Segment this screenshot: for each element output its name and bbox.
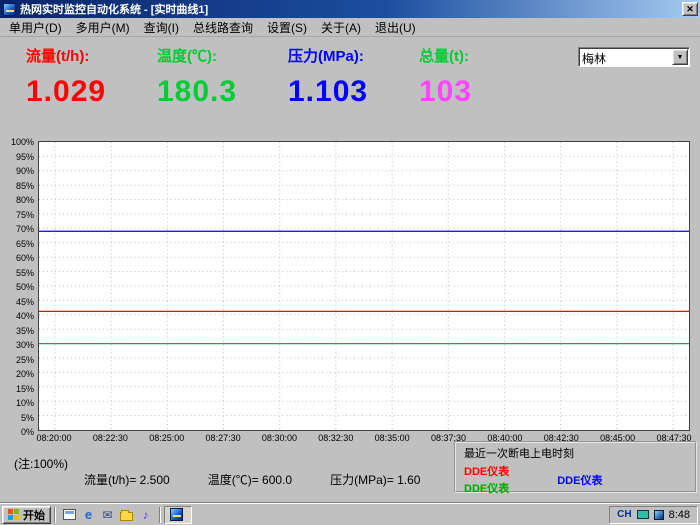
power-panel-title: 最近一次断电上电时刻 bbox=[464, 445, 687, 461]
y-tick-label: 100% bbox=[11, 137, 34, 147]
metrics-row: 流量(t/h): 1.029 温度(℃): 180.3 压力(MPa): 1.1… bbox=[0, 37, 700, 135]
close-button[interactable]: ✕ bbox=[682, 2, 698, 16]
x-tick-label: 08:25:00 bbox=[149, 433, 184, 443]
y-tick-label: 60% bbox=[16, 253, 34, 263]
start-button[interactable]: 开始 bbox=[2, 506, 51, 524]
y-tick-label: 0% bbox=[21, 427, 34, 437]
quick-launch-bar: e ✉ ♪ bbox=[59, 507, 156, 522]
x-tick-label: 08:32:30 bbox=[318, 433, 353, 443]
x-tick-label: 08:20:00 bbox=[36, 433, 71, 443]
y-tick-label: 70% bbox=[16, 224, 34, 234]
window-title: 热网实时监控自动化系统 - [实时曲线1] bbox=[20, 1, 208, 17]
taskbar: 开始 e ✉ ♪ CH 8:48 bbox=[0, 503, 700, 525]
metric-total-label: 总量(t): bbox=[419, 45, 550, 66]
scale-note: (注:100%) bbox=[14, 455, 68, 472]
x-tick-label: 08:30:00 bbox=[262, 433, 297, 443]
menu-item-multi-user[interactable]: 多用户(M) bbox=[69, 18, 137, 37]
app-icon bbox=[3, 3, 16, 16]
folder-icon[interactable] bbox=[119, 507, 134, 522]
dde-meter-red: DDE仪表 bbox=[464, 463, 509, 479]
mail-icon[interactable]: ✉ bbox=[100, 507, 115, 522]
y-tick-label: 15% bbox=[16, 384, 34, 394]
media-player-icon[interactable]: ♪ bbox=[138, 507, 153, 522]
taskbar-divider-2 bbox=[159, 507, 161, 523]
active-window-task-button[interactable] bbox=[164, 506, 192, 524]
chart-y-axis: 100%95%90%85%80%75%70%65%60%55%50%45%40%… bbox=[0, 141, 38, 447]
dde-meter-blue: DDE仪表 bbox=[557, 472, 602, 488]
dde-meter-green: DDE仪表 bbox=[464, 480, 509, 496]
menu-item-busline-query[interactable]: 总线路查询 bbox=[186, 18, 260, 37]
app-task-icon bbox=[170, 508, 183, 521]
y-tick-label: 55% bbox=[16, 268, 34, 278]
input-method-indicator[interactable]: CH bbox=[617, 509, 631, 520]
bottom-zone: (注:100%) 流量(t/h)= 2.500 温度(℃)= 600.0 压力(… bbox=[0, 447, 700, 503]
metric-total: 总量(t): 103 bbox=[419, 45, 550, 135]
power-panel-grid: DDE仪表 DDE仪表 DDE仪表 bbox=[464, 463, 687, 496]
power-panel-right-column: DDE仪表 bbox=[557, 463, 602, 496]
station-selector[interactable]: 梅林 ▼ bbox=[578, 47, 690, 67]
x-tick-label: 08:22:30 bbox=[93, 433, 128, 443]
y-tick-label: 35% bbox=[16, 326, 34, 336]
menu-item-about[interactable]: 关于(A) bbox=[314, 18, 368, 37]
y-tick-label: 65% bbox=[16, 239, 34, 249]
taskbar-divider bbox=[54, 507, 56, 523]
system-tray: CH 8:48 bbox=[609, 506, 698, 524]
y-tick-label: 50% bbox=[16, 282, 34, 292]
metric-temperature-value: 180.3 bbox=[157, 75, 288, 109]
y-tick-label: 90% bbox=[16, 166, 34, 176]
y-tick-label: 25% bbox=[16, 355, 34, 365]
title-bar: 热网实时监控自动化系统 - [实时曲线1] ✕ bbox=[0, 0, 700, 18]
y-tick-label: 95% bbox=[16, 152, 34, 162]
metric-pressure: 压力(MPa): 1.103 bbox=[288, 45, 419, 135]
menu-item-settings[interactable]: 设置(S) bbox=[260, 18, 314, 37]
show-desktop-icon[interactable] bbox=[62, 507, 77, 522]
menu-item-exit[interactable]: 退出(U) bbox=[368, 18, 423, 37]
trend-chart: 100% 95% 90% 85% 80% 75% 70% 65% 60% 55% 50% 45% 40%… bbox=[0, 135, 700, 447]
metric-temperature: 温度(℃): 180.3 bbox=[157, 45, 288, 135]
scale-temperature: 温度(℃)= 600.0 bbox=[208, 471, 292, 488]
chart-plot-wrap: 08:20:00 08:22:30 08:25:00 08:27:30 08:30:00… bbox=[38, 141, 690, 447]
y-tick-label: 45% bbox=[16, 297, 34, 307]
metric-pressure-value: 1.103 bbox=[288, 75, 419, 109]
power-panel-left-column: DDE仪表 DDE仪表 bbox=[464, 463, 509, 496]
dropdown-arrow-icon[interactable]: ▼ bbox=[672, 49, 688, 65]
chart-plot bbox=[38, 141, 690, 431]
internet-explorer-icon[interactable]: e bbox=[81, 507, 96, 522]
metric-total-value: 103 bbox=[419, 75, 550, 109]
windows-logo-icon bbox=[8, 509, 20, 521]
menu-item-single-user[interactable]: 单用户(D) bbox=[2, 18, 69, 37]
menu-bar: 单用户(D) 多用户(M) 查询(I) 总线路查询 设置(S) 关于(A) 退出… bbox=[0, 18, 700, 37]
metric-temperature-label: 温度(℃): bbox=[157, 45, 288, 66]
scale-pressure: 压力(MPa)= 1.60 bbox=[330, 471, 420, 488]
station-selector-value: 梅林 bbox=[579, 48, 671, 66]
x-tick-label: 08:27:30 bbox=[206, 433, 241, 443]
y-tick-label: 85% bbox=[16, 181, 34, 191]
y-tick-label: 5% bbox=[21, 413, 34, 423]
y-tick-label: 10% bbox=[16, 398, 34, 408]
menu-item-query[interactable]: 查询(I) bbox=[137, 18, 186, 37]
x-tick-label: 08:35:00 bbox=[375, 433, 410, 443]
taskbar-clock: 8:48 bbox=[669, 509, 690, 521]
tray-app-icon[interactable] bbox=[654, 510, 664, 520]
y-tick-label: 75% bbox=[16, 210, 34, 220]
y-tick-label: 80% bbox=[16, 195, 34, 205]
network-monitor-icon[interactable] bbox=[637, 510, 649, 519]
metric-flow-label: 流量(t/h): bbox=[26, 45, 157, 66]
metric-pressure-label: 压力(MPa): bbox=[288, 45, 419, 66]
start-button-label: 开始 bbox=[23, 507, 45, 523]
metric-flow-value: 1.029 bbox=[26, 75, 157, 109]
y-tick-label: 30% bbox=[16, 340, 34, 350]
scale-flow: 流量(t/h)= 2.500 bbox=[84, 471, 170, 488]
power-event-panel: 最近一次断电上电时刻 DDE仪表 DDE仪表 DDE仪表 bbox=[454, 441, 697, 493]
metric-flow: 流量(t/h): 1.029 bbox=[26, 45, 157, 135]
y-tick-label: 40% bbox=[16, 311, 34, 321]
scale-values: 流量(t/h)= 2.500 温度(℃)= 600.0 压力(MPa)= 1.6… bbox=[84, 471, 420, 488]
y-tick-label: 20% bbox=[16, 369, 34, 379]
